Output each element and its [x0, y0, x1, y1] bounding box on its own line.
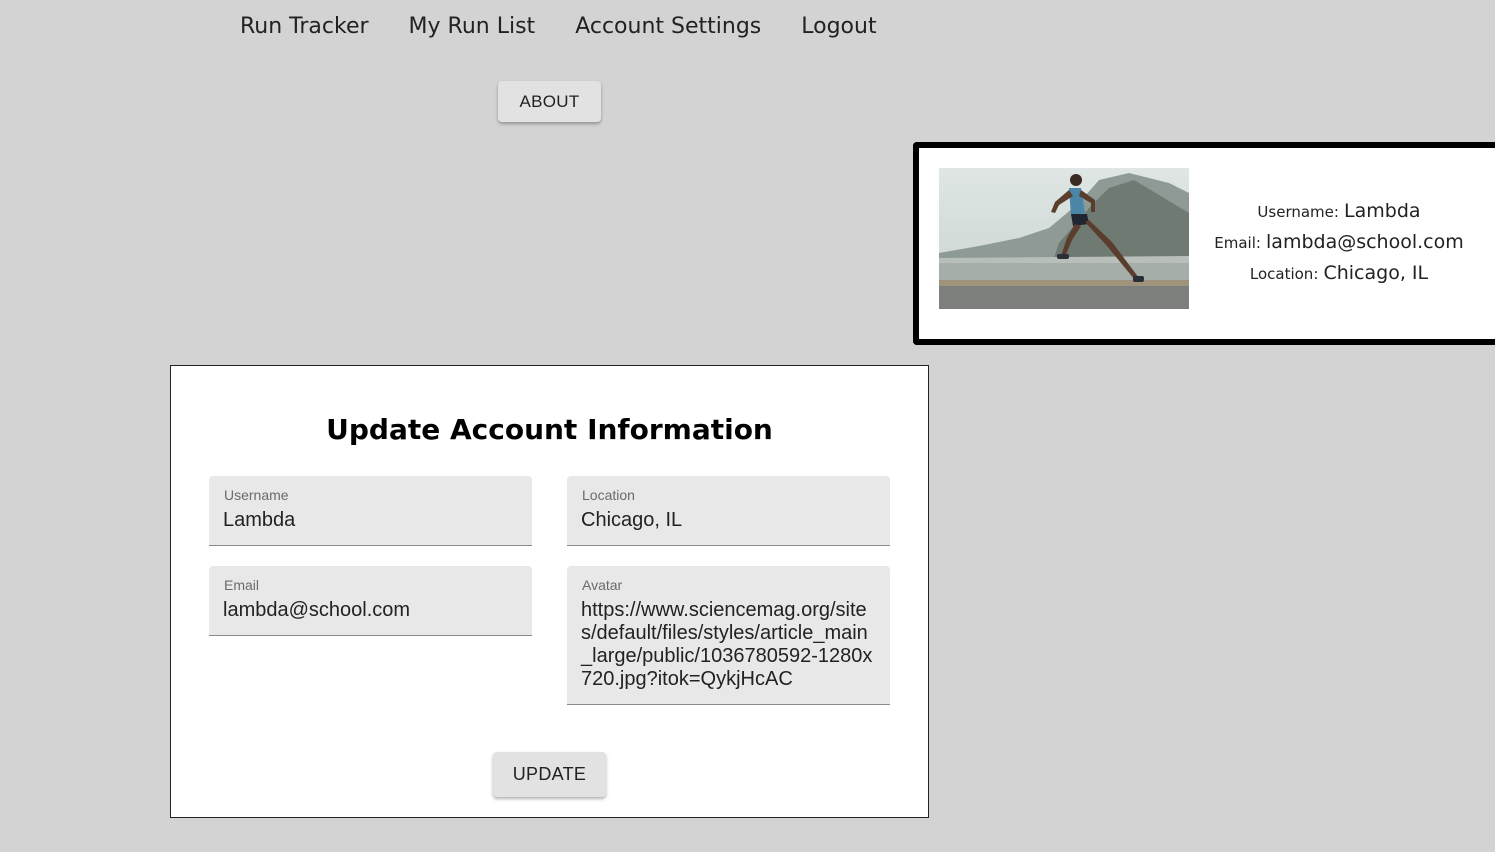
profile-location-label: Location: [1249, 265, 1319, 283]
username-field[interactable]: Username Lambda [209, 476, 532, 546]
profile-email-value: lambda@school.com [1266, 231, 1464, 253]
profile-avatar-image [939, 168, 1189, 309]
username-field-label: Username [224, 487, 289, 503]
profile-username-value: Lambda [1344, 200, 1421, 222]
nav-my-run-list[interactable]: My Run List [409, 12, 536, 42]
profile-card: Username: Lambda Email: lambda@school.co… [913, 142, 1495, 345]
profile-username-row: Username: Lambda [1189, 196, 1489, 227]
profile-email-label: Email: [1214, 234, 1261, 252]
about-button[interactable]: ABOUT [498, 81, 601, 122]
username-field-value[interactable]: Lambda [223, 509, 520, 532]
update-button[interactable]: UPDATE [493, 752, 606, 797]
avatar-field-value[interactable]: https://www.sciencemag.org/sites/default… [581, 599, 878, 691]
email-field[interactable]: Email lambda@school.com [209, 566, 532, 636]
profile-info: Username: Lambda Email: lambda@school.co… [1189, 196, 1489, 289]
profile-location-row: Location: Chicago, IL [1189, 258, 1489, 289]
avatar-field-label: Avatar [582, 577, 623, 593]
nav-logout[interactable]: Logout [801, 12, 876, 42]
avatar-field[interactable]: Avatar https://www.sciencemag.org/sites/… [567, 566, 890, 705]
location-field[interactable]: Location Chicago, IL [567, 476, 890, 546]
profile-email-row: Email: lambda@school.com [1189, 227, 1489, 258]
profile-location-value: Chicago, IL [1323, 262, 1429, 284]
form-title: Update Account Information [326, 413, 773, 446]
top-nav: Run Tracker My Run List Account Settings… [240, 12, 877, 42]
profile-username-label: Username: [1257, 203, 1339, 221]
update-account-form: Update Account Information Username Lamb… [170, 365, 929, 818]
nav-account-settings[interactable]: Account Settings [575, 12, 761, 42]
runner-photo-icon [939, 168, 1189, 309]
email-field-value[interactable]: lambda@school.com [223, 599, 520, 622]
location-field-label: Location [582, 487, 635, 503]
nav-run-tracker[interactable]: Run Tracker [240, 12, 369, 42]
location-field-value[interactable]: Chicago, IL [581, 509, 878, 532]
email-field-label: Email [224, 577, 260, 593]
